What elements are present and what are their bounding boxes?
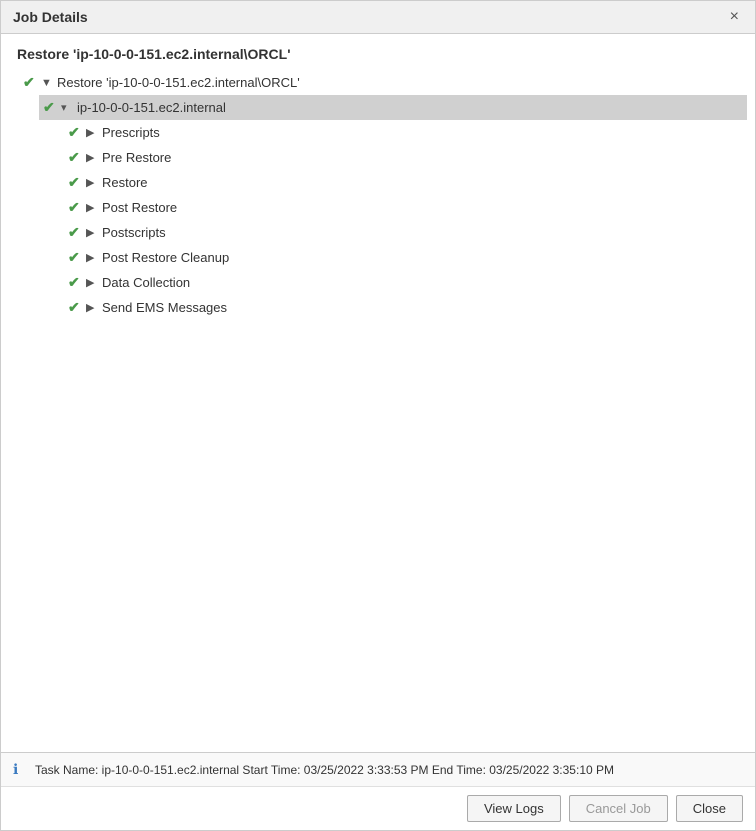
tree-item-post-restore-cleanup[interactable]: ✔ ▶ Post Restore Cleanup xyxy=(64,245,747,270)
tree-label-pre-restore: Pre Restore xyxy=(102,150,171,165)
footer-buttons: View Logs Cancel Job Close xyxy=(1,786,755,830)
tree-label-restore: Restore xyxy=(102,175,148,190)
tree-label-postscripts: Postscripts xyxy=(102,225,166,240)
tree-label-data-collection: Data Collection xyxy=(102,275,190,290)
check-icon-postscripts: ✔ xyxy=(68,224,86,241)
tree-toggle-pre-restore[interactable]: ▶ xyxy=(86,151,100,164)
dialog-header: Job Details × xyxy=(1,1,755,34)
tree-item-pre-restore[interactable]: ✔ ▶ Pre Restore xyxy=(64,145,747,170)
tree-label-post-restore-cleanup: Post Restore Cleanup xyxy=(102,250,229,265)
tree-toggle-prescripts[interactable]: ▶ xyxy=(86,126,100,139)
job-tree: ✔ ▼ Restore 'ip-10-0-0-151.ec2.internal\… xyxy=(1,70,755,320)
tree-item-data-collection[interactable]: ✔ ▶ Data Collection xyxy=(64,270,747,295)
tree-item-send-ems[interactable]: ✔ ▶ Send EMS Messages xyxy=(64,295,747,320)
check-icon-post-restore: ✔ xyxy=(68,199,86,216)
dialog-title: Job Details xyxy=(13,9,88,25)
check-icon-post-restore-cleanup: ✔ xyxy=(68,249,86,266)
dialog-close-button[interactable]: × xyxy=(726,9,743,25)
tree-item-post-restore[interactable]: ✔ ▶ Post Restore xyxy=(64,195,747,220)
check-icon: ✔ xyxy=(23,74,41,91)
tree-toggle-root[interactable]: ▼ xyxy=(41,77,55,89)
tree-toggle-data-collection[interactable]: ▶ xyxy=(86,276,100,289)
tree-label-post-restore: Post Restore xyxy=(102,200,177,215)
footer-info: ℹ Task Name: ip-10-0-0-151.ec2.internal … xyxy=(1,752,755,786)
info-icon: ℹ xyxy=(13,761,29,778)
tree-item-prescripts[interactable]: ✔ ▶ Prescripts xyxy=(64,120,747,145)
tree-root-label: Restore 'ip-10-0-0-151.ec2.internal\ORCL… xyxy=(57,75,300,90)
check-icon-pre-restore: ✔ xyxy=(68,149,86,166)
check-icon-send-ems: ✔ xyxy=(68,299,86,316)
tree-label-prescripts: Prescripts xyxy=(102,125,160,140)
dialog-subtitle: Restore 'ip-10-0-0-151.ec2.internal\ORCL… xyxy=(1,34,755,70)
view-logs-button[interactable]: View Logs xyxy=(467,795,561,822)
tree-toggle-host[interactable]: ▾ xyxy=(61,101,75,114)
dialog-body: ✔ ▼ Restore 'ip-10-0-0-151.ec2.internal\… xyxy=(1,70,755,752)
tree-toggle-send-ems[interactable]: ▶ xyxy=(86,301,100,314)
check-icon-data-collection: ✔ xyxy=(68,274,86,291)
check-icon-prescripts: ✔ xyxy=(68,124,86,141)
tree-item-restore[interactable]: ✔ ▶ Restore xyxy=(64,170,747,195)
tree-toggle-restore[interactable]: ▶ xyxy=(86,176,100,189)
job-details-dialog: Job Details × Restore 'ip-10-0-0-151.ec2… xyxy=(0,0,756,831)
tree-toggle-post-restore[interactable]: ▶ xyxy=(86,201,100,214)
tree-root-item[interactable]: ✔ ▼ Restore 'ip-10-0-0-151.ec2.internal\… xyxy=(19,70,747,95)
tree-label-send-ems: Send EMS Messages xyxy=(102,300,227,315)
check-icon-host: ✔ xyxy=(43,99,61,116)
check-icon-restore: ✔ xyxy=(68,174,86,191)
tree-toggle-post-restore-cleanup[interactable]: ▶ xyxy=(86,251,100,264)
tree-node-host[interactable]: ✔ ▾ ip-10-0-0-151.ec2.internal xyxy=(39,95,747,120)
footer-info-text: Task Name: ip-10-0-0-151.ec2.internal St… xyxy=(35,763,614,777)
tree-toggle-postscripts[interactable]: ▶ xyxy=(86,226,100,239)
cancel-job-button[interactable]: Cancel Job xyxy=(569,795,668,822)
close-button[interactable]: Close xyxy=(676,795,743,822)
tree-item-postscripts[interactable]: ✔ ▶ Postscripts xyxy=(64,220,747,245)
tree-host-label: ip-10-0-0-151.ec2.internal xyxy=(77,100,226,115)
